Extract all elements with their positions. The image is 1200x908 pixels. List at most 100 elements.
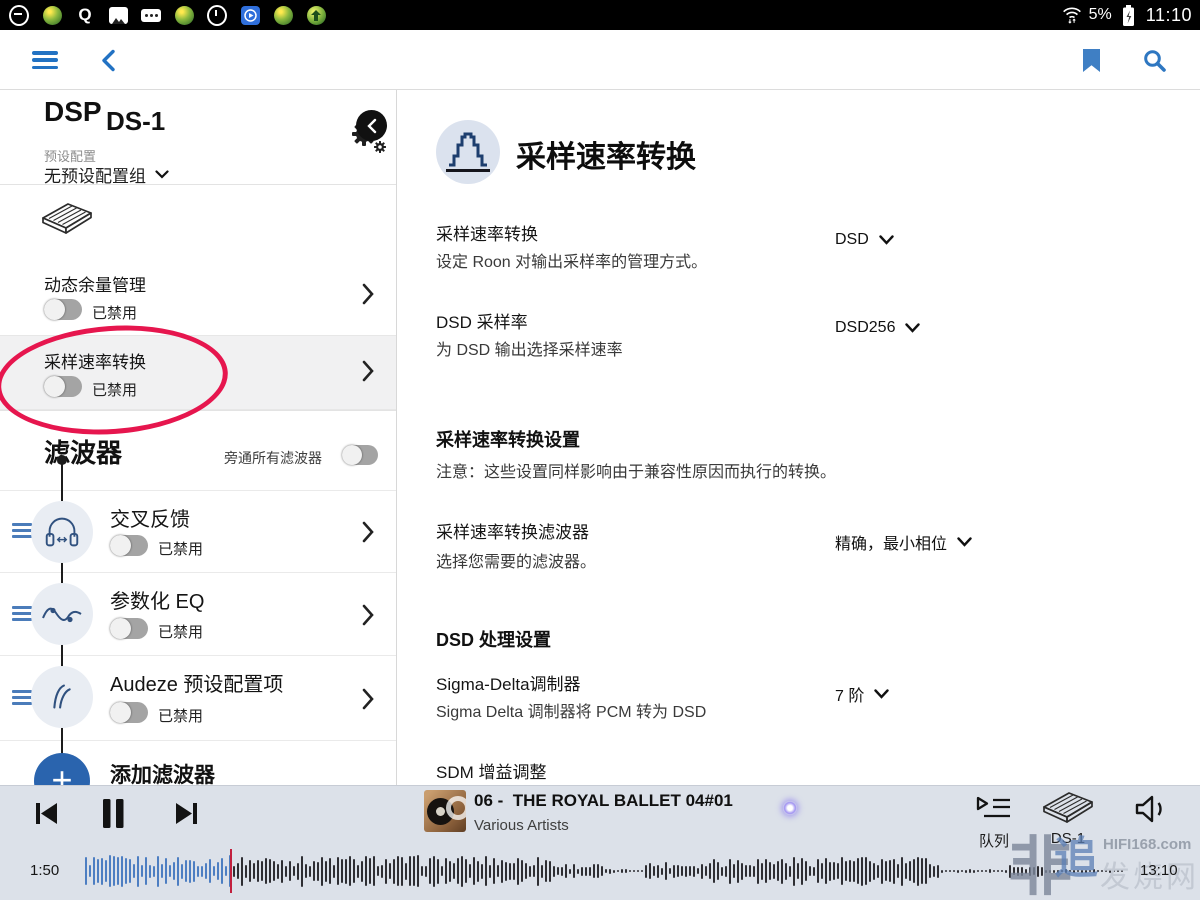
setting-desc: 设定 Roon 对输出采样率的管理方式。 xyxy=(436,248,707,272)
sidebar-item-audeze-presets[interactable]: Audeze 预设配置项 已禁用 xyxy=(0,655,397,740)
dsp-sidebar: DSP 预设配置 无预设配置组 xyxy=(0,90,397,785)
src-toggle[interactable] xyxy=(44,376,82,397)
filters-header: 滤波器 旁通所有滤波器 xyxy=(0,410,397,490)
playhead[interactable] xyxy=(230,849,232,893)
album-art[interactable] xyxy=(424,790,466,832)
collapse-device-icon[interactable] xyxy=(356,110,387,141)
battery-charging-icon xyxy=(1119,5,1139,25)
search-icon[interactable] xyxy=(1142,48,1167,78)
cursor-glow-dot xyxy=(783,801,797,815)
section-title: 采样速率转换设置 xyxy=(436,426,580,452)
do-not-disturb-icon xyxy=(9,5,29,25)
status-bar: Q 5% 11:10 xyxy=(0,0,1200,30)
bypass-label: 旁通所有滤波器 xyxy=(224,448,322,468)
next-track-button[interactable] xyxy=(173,800,200,832)
player-bar: 06 - THE ROYAL BALLET 04#01 Various Arti… xyxy=(0,785,1200,900)
setting-desc: Sigma Delta 调制器将 PCM 转为 DSD xyxy=(436,698,706,722)
row-status: 已禁用 xyxy=(92,379,137,400)
dropdown-value: DSD256 xyxy=(835,319,895,337)
messages-icon xyxy=(141,5,161,25)
audeze-icon xyxy=(31,666,93,728)
track-title[interactable]: 06 - THE ROYAL BALLET 04#01 xyxy=(474,791,733,811)
zone-label[interactable]: DS-1 xyxy=(1040,830,1096,847)
chevron-right-icon xyxy=(362,688,374,715)
filter-status: 已禁用 xyxy=(158,621,203,642)
sdm-order-dropdown[interactable]: 7 阶 xyxy=(835,682,889,706)
app-sphere-icon-2 xyxy=(174,5,194,25)
section-note: 注意：这些设置同样影响由于兼容性原因而执行的转换。 xyxy=(436,458,836,482)
chevron-right-icon xyxy=(362,521,374,548)
device-icon xyxy=(40,198,94,245)
setting-title: Sigma-Delta调制器 xyxy=(436,670,581,695)
chevron-right-icon xyxy=(362,604,374,631)
setting-title: SDM 增益调整 xyxy=(436,758,547,783)
src-filter-dropdown[interactable]: 精确，最小相位 xyxy=(835,530,972,554)
device-name: DS-1 xyxy=(106,106,165,137)
row-label: 采样速率转换 xyxy=(44,348,146,373)
add-filter-label: 添加滤波器 xyxy=(110,759,215,785)
dropdown-value: 精确，最小相位 xyxy=(835,530,947,554)
browser-icon: Q xyxy=(75,5,95,25)
app-sphere-icon xyxy=(42,5,62,25)
bypass-all-toggle[interactable] xyxy=(342,445,378,465)
filter-label: 交叉反馈 xyxy=(110,503,190,532)
filter-label: 参数化 EQ xyxy=(110,585,204,614)
volume-icon[interactable] xyxy=(1133,794,1167,829)
section-title: DSD 处理设置 xyxy=(436,626,551,652)
chevron-down-icon xyxy=(905,323,920,333)
waveform-seekbar[interactable] xyxy=(85,852,1125,890)
sidebar-item-parametric-eq[interactable]: 参数化 EQ 已禁用 xyxy=(0,572,397,655)
plus-icon[interactable] xyxy=(34,753,90,785)
filter-status: 已禁用 xyxy=(158,538,203,559)
track-artist[interactable]: Various Artists xyxy=(474,817,569,834)
zone-device-icon[interactable] xyxy=(1040,787,1096,834)
crossfeed-toggle[interactable] xyxy=(110,535,148,556)
chevron-down-icon xyxy=(957,537,972,547)
chevron-right-icon xyxy=(362,283,374,310)
filter-label: Audeze 预设配置项 xyxy=(110,668,283,697)
nav-bar xyxy=(0,30,1200,90)
app-sphere-icon-3 xyxy=(273,5,293,25)
sidebar-item-crossfeed[interactable]: 交叉反馈 已禁用 xyxy=(0,490,397,572)
dsd-rate-dropdown[interactable]: DSD256 xyxy=(835,319,920,337)
dropdown-value: 7 阶 xyxy=(835,682,864,706)
notification-icons: Q xyxy=(0,5,326,25)
video-player-icon xyxy=(240,5,260,25)
drag-handle-icon[interactable] xyxy=(12,690,32,705)
parametric-eq-toggle[interactable] xyxy=(110,618,148,639)
bookmark-icon[interactable] xyxy=(1082,48,1101,78)
row-label: 动态余量管理 xyxy=(44,271,146,296)
setting-title: 采样速率转换滤波器 xyxy=(436,518,589,543)
timer-icon xyxy=(207,5,227,25)
page-title: 采样速率转换 xyxy=(516,132,696,176)
src-mode-dropdown[interactable]: DSD xyxy=(835,231,894,249)
setting-title: DSD 采样率 xyxy=(436,308,528,333)
audeze-toggle[interactable] xyxy=(110,702,148,723)
add-filter-button[interactable]: 添加滤波器 xyxy=(0,740,397,785)
battery-percent: 5% xyxy=(1089,6,1112,24)
sample-rate-conversion-panel: 采样速率转换 采样速率转换 设定 Roon 对输出采样率的管理方式。 DSD D… xyxy=(398,90,1200,785)
watermark-site: HIFI168.com xyxy=(1103,836,1191,853)
signal-chain-dot xyxy=(57,455,67,465)
setting-desc: 选择您需要的滤波器。 xyxy=(436,548,596,572)
eq-curve-icon xyxy=(31,583,93,645)
pause-button[interactable] xyxy=(101,798,126,834)
filter-status: 已禁用 xyxy=(158,705,203,726)
back-icon[interactable] xyxy=(100,49,116,77)
gallery-icon xyxy=(108,5,128,25)
dsp-title: DSP xyxy=(44,96,102,128)
headroom-toggle[interactable] xyxy=(44,299,82,320)
dropdown-value: DSD xyxy=(835,231,869,249)
sidebar-item-sample-rate-conversion[interactable]: 采样速率转换 已禁用 xyxy=(0,335,397,410)
menu-icon[interactable] xyxy=(32,51,58,69)
chevron-down-icon xyxy=(879,235,894,245)
wifi-icon xyxy=(1062,5,1082,25)
queue-label[interactable]: 队列 xyxy=(968,830,1020,851)
chevron-down-icon xyxy=(155,170,169,179)
clock-time: 11:10 xyxy=(1146,5,1192,26)
sidebar-item-headroom[interactable]: 动态余量管理 已禁用 xyxy=(0,257,397,335)
drag-handle-icon[interactable] xyxy=(12,606,32,621)
drag-handle-icon[interactable] xyxy=(12,523,32,538)
previous-track-button[interactable] xyxy=(33,800,60,832)
queue-icon[interactable] xyxy=(974,793,1014,831)
